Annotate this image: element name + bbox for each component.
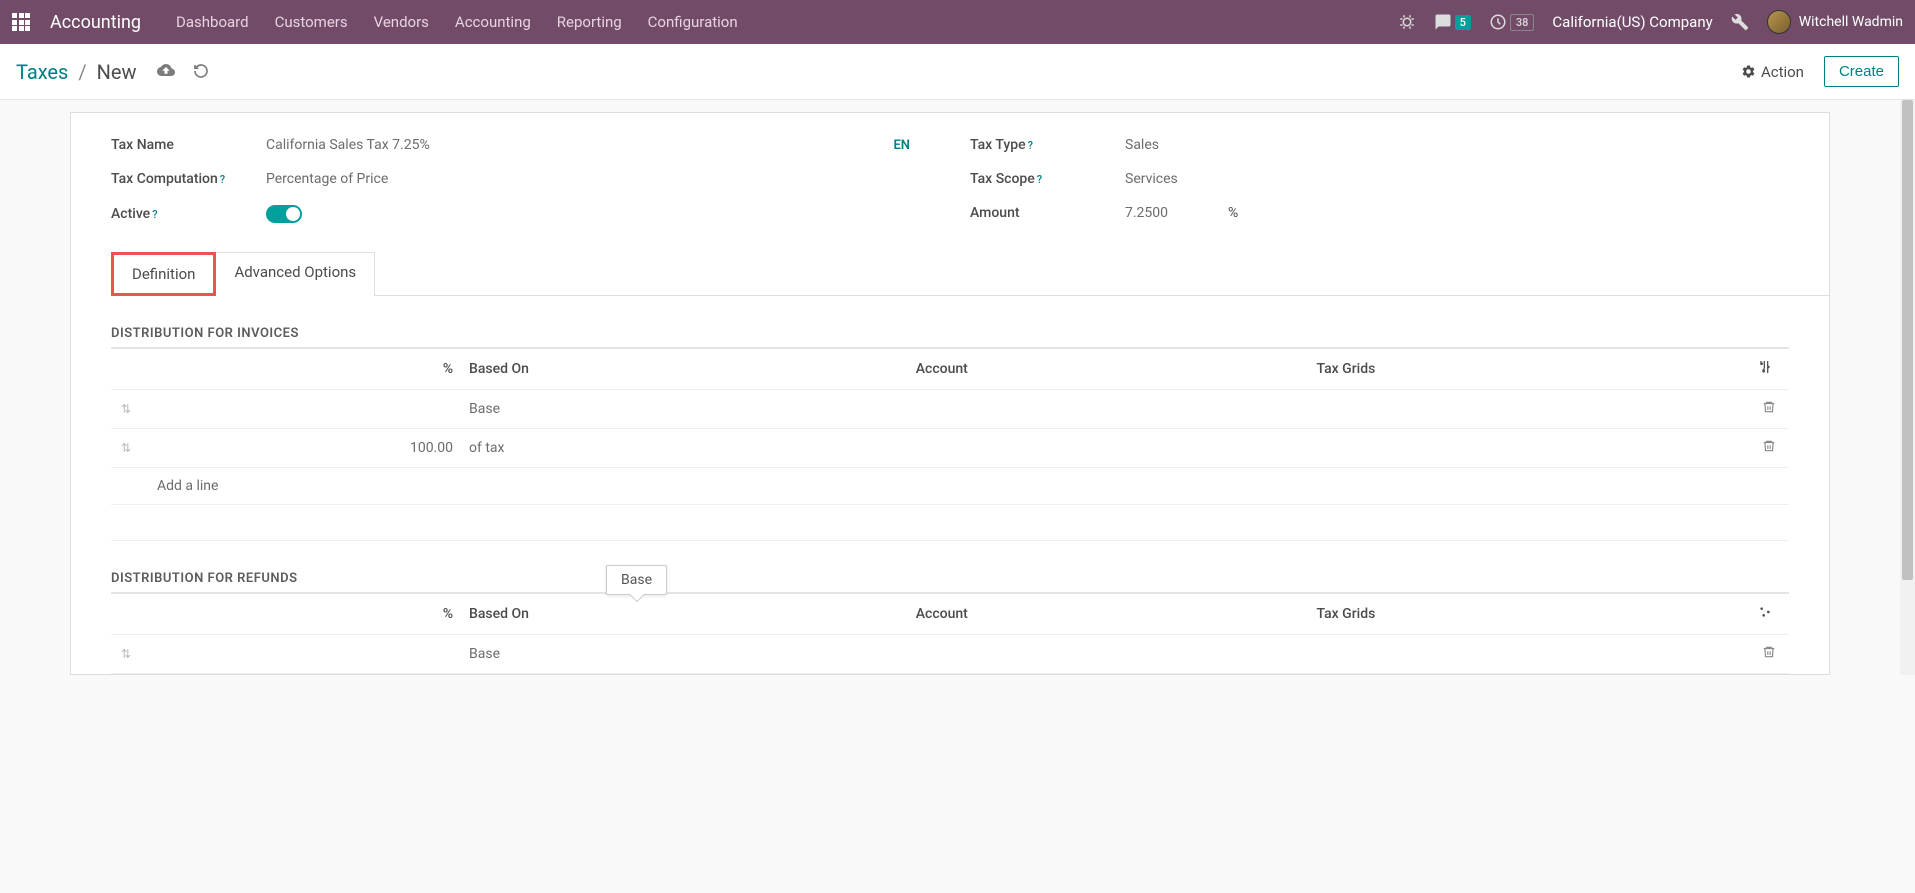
invoices-section-title: DISTRIBUTION FOR INVOICES — [111, 326, 1789, 349]
col-based-on: Based On — [461, 349, 908, 390]
add-line-button[interactable]: Add a line — [111, 468, 1789, 505]
nav-vendors[interactable]: Vendors — [374, 13, 429, 31]
nav-configuration[interactable]: Configuration — [648, 13, 738, 31]
tax-scope-label: Tax Scope? — [970, 171, 1125, 187]
apps-icon[interactable] — [12, 13, 30, 31]
amount-suffix: % — [1228, 205, 1238, 221]
top-navbar: Accounting Dashboard Customers Vendors A… — [0, 0, 1915, 44]
invoices-table: % Based On Account Tax Grids ⇅ Base — [111, 349, 1789, 541]
amount-label: Amount — [970, 205, 1125, 221]
messages-icon[interactable]: 5 — [1434, 13, 1471, 31]
tax-type-value[interactable]: Sales — [1125, 137, 1789, 153]
user-name: Witchell Wadmin — [1799, 14, 1903, 30]
control-panel: Taxes / New Action Create — [0, 44, 1915, 100]
cloud-icon[interactable] — [157, 60, 175, 84]
support-icon[interactable] — [1398, 13, 1416, 31]
col-account: Account — [908, 594, 1309, 635]
col-tax-grids: Tax Grids — [1308, 594, 1749, 635]
col-based-on: Based On — [461, 594, 908, 635]
breadcrumb: Taxes / New — [16, 60, 209, 84]
messages-badge: 5 — [1455, 15, 1471, 30]
active-toggle[interactable] — [266, 205, 302, 223]
activities-icon[interactable]: 38 — [1489, 13, 1535, 31]
action-button[interactable]: Action — [1741, 63, 1804, 81]
nav-reporting[interactable]: Reporting — [557, 13, 622, 31]
col-percent: % — [141, 349, 461, 390]
user-menu[interactable]: Witchell Wadmin — [1767, 10, 1903, 34]
help-icon[interactable]: ? — [1028, 139, 1033, 152]
drag-handle-icon[interactable]: ⇅ — [121, 402, 131, 416]
nav-accounting[interactable]: Accounting — [455, 13, 531, 31]
refunds-table: % Based On Account Tax Grids ⇅ Base — [111, 594, 1789, 674]
tax-computation-value[interactable]: Percentage of Price — [266, 171, 930, 187]
tax-scope-value[interactable]: Services — [1125, 171, 1789, 187]
tab-advanced-options[interactable]: Advanced Options — [216, 252, 375, 296]
tax-type-label: Tax Type? — [970, 137, 1125, 153]
tax-name-label: Tax Name — [111, 137, 266, 153]
tools-icon[interactable] — [1731, 13, 1749, 31]
breadcrumb-separator: / — [78, 60, 86, 84]
table-row[interactable]: ⇅ Base — [111, 635, 1789, 674]
table-row[interactable]: ⇅ Base — [111, 390, 1789, 429]
breadcrumb-current: New — [97, 60, 137, 84]
help-icon[interactable]: ? — [220, 173, 225, 186]
company-selector[interactable]: California(US) Company — [1552, 13, 1712, 31]
tax-name-value[interactable]: California Sales Tax 7.25% — [266, 137, 893, 153]
help-icon[interactable]: ? — [1037, 173, 1042, 186]
drag-handle-icon[interactable]: ⇅ — [121, 647, 131, 661]
delete-row-icon[interactable] — [1749, 635, 1789, 674]
breadcrumb-taxes[interactable]: Taxes — [16, 60, 68, 84]
tax-computation-label: Tax Computation? — [111, 171, 266, 187]
active-label: Active? — [111, 206, 266, 222]
refunds-section-title: DISTRIBUTION FOR REFUNDS — [111, 571, 1789, 594]
activities-badge: 38 — [1510, 14, 1535, 31]
col-tax-grids: Tax Grids — [1308, 349, 1749, 390]
scrollbar[interactable] — [1900, 100, 1915, 675]
amount-value[interactable]: 7.2500 — [1125, 205, 1168, 221]
col-percent: % — [141, 594, 461, 635]
tabs: Definition Advanced Options — [111, 251, 1829, 296]
delete-row-icon[interactable] — [1749, 390, 1789, 429]
discard-icon[interactable] — [193, 60, 209, 84]
form-sheet: Tax Name California Sales Tax 7.25% EN T… — [70, 112, 1830, 675]
help-icon[interactable]: ? — [152, 208, 157, 221]
table-options-icon[interactable] — [1749, 349, 1789, 390]
app-brand[interactable]: Accounting — [50, 12, 141, 33]
action-label: Action — [1761, 63, 1804, 81]
scrollbar-thumb[interactable] — [1902, 100, 1913, 580]
drag-handle-icon[interactable]: ⇅ — [121, 441, 131, 455]
delete-row-icon[interactable] — [1749, 429, 1789, 468]
table-row[interactable]: ⇅ 100.00 of tax — [111, 429, 1789, 468]
avatar — [1767, 10, 1791, 34]
nav-customers[interactable]: Customers — [275, 13, 348, 31]
create-button[interactable]: Create — [1824, 56, 1899, 87]
nav-dashboard[interactable]: Dashboard — [176, 13, 249, 31]
tab-definition[interactable]: Definition — [111, 252, 216, 296]
tooltip: Base — [606, 565, 667, 595]
col-account: Account — [908, 349, 1309, 390]
table-options-icon[interactable] — [1749, 594, 1789, 635]
lang-badge[interactable]: EN — [893, 138, 910, 153]
